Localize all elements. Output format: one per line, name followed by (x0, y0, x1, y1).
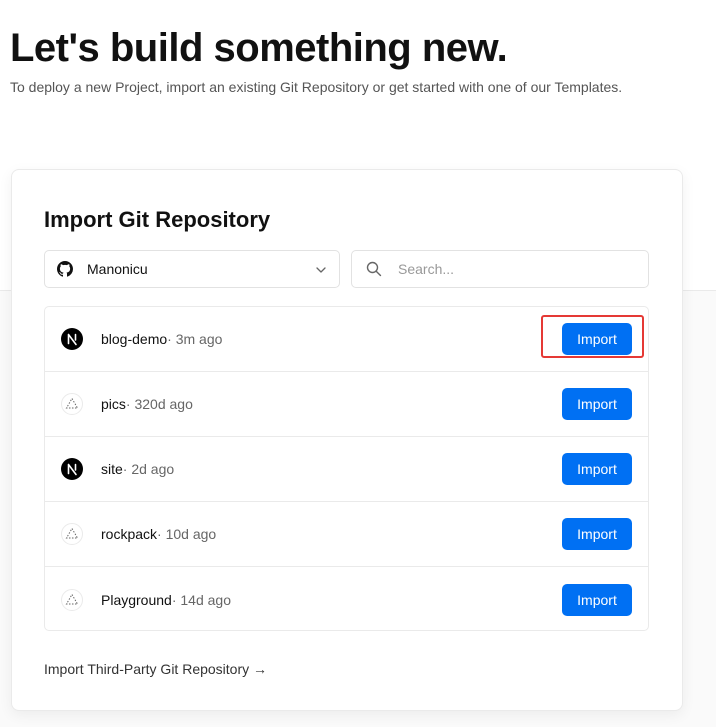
nextjs-icon (61, 328, 83, 350)
card-title: Import Git Repository (44, 207, 271, 232)
repo-row-pics: pics · 320d ago Import (45, 372, 648, 437)
chevron-down-icon (315, 263, 327, 275)
nextjs-icon (61, 458, 83, 480)
search-icon (366, 261, 382, 277)
repo-row-rockpack: rockpack · 10d ago Import (45, 502, 648, 567)
import-button-site[interactable]: Import (562, 453, 632, 485)
repo-updated-time: · 2d ago (122, 461, 175, 477)
repository-list: blog-demo · 3m ago Import pics · 320d ag… (44, 306, 649, 631)
repo-updated-time: · 3m ago (167, 331, 223, 347)
page-subtitle: To deploy a new Project, import an exist… (10, 79, 623, 95)
search-box[interactable] (351, 250, 649, 288)
import-button-playground[interactable]: Import (562, 583, 632, 616)
repo-updated-time: · 320d ago (125, 396, 193, 412)
vercel-triangle-icon (61, 523, 83, 545)
account-name: Manonicu (87, 261, 148, 277)
repo-name: pics (101, 396, 126, 412)
repo-row-blog-demo: blog-demo · 3m ago Import (45, 307, 648, 372)
page-title: Let's build something new. (10, 26, 508, 70)
repo-row-site: site · 2d ago Import (45, 437, 648, 502)
repo-name: Playground (101, 591, 172, 608)
repo-name: site (101, 461, 123, 477)
repo-row-playground: Playground · 14d ago Import (45, 567, 648, 630)
vercel-triangle-icon (61, 393, 83, 415)
github-icon (57, 261, 73, 277)
account-selector[interactable]: Manonicu (44, 250, 340, 288)
import-button-blog-demo[interactable]: Import (562, 323, 632, 355)
import-third-party-link[interactable]: Import Third-Party Git Repository → (44, 661, 267, 677)
import-button-rockpack[interactable]: Import (562, 518, 632, 550)
import-git-repository-card: Import Git Repository Manonicu Search...… (11, 169, 683, 711)
repo-updated-time: · 10d ago (157, 526, 217, 542)
vercel-triangle-icon (61, 588, 83, 611)
repo-name: rockpack (101, 526, 158, 542)
repo-name: blog-demo (101, 331, 168, 347)
repo-updated-time: · 14d ago (171, 591, 231, 608)
search-input[interactable] (396, 260, 634, 278)
import-button-pics[interactable]: Import (562, 388, 632, 420)
